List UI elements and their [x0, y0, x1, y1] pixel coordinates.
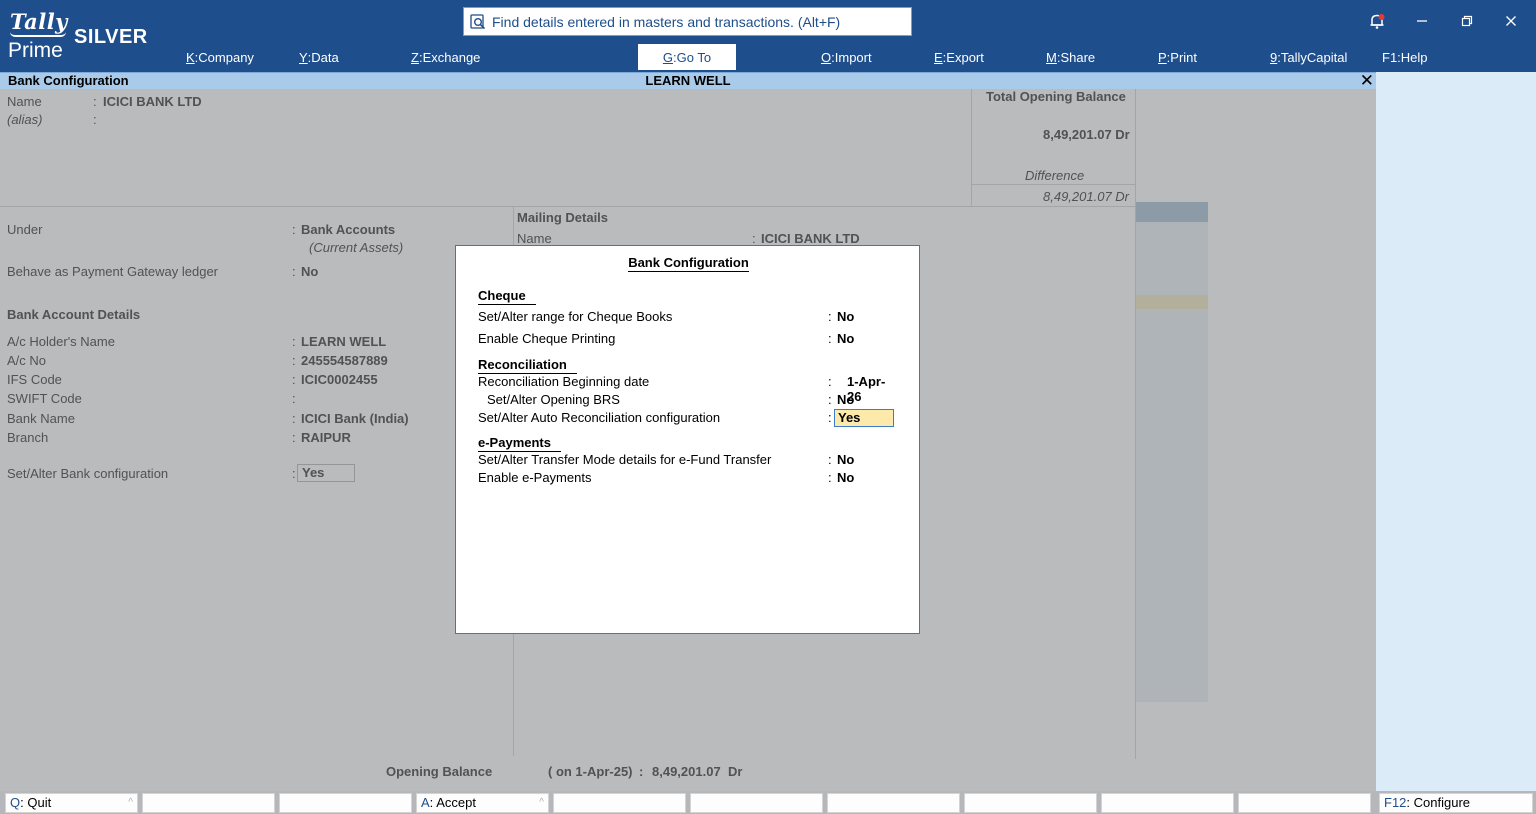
- caret-icon: ^: [539, 797, 544, 808]
- search-box[interactable]: Find details entered in masters and tran…: [463, 7, 912, 36]
- bottom-button-empty[interactable]: [964, 793, 1097, 813]
- notification-button[interactable]: [1362, 8, 1392, 34]
- restore-icon: [1461, 15, 1473, 27]
- menu-import[interactable]: O: Import: [821, 44, 872, 70]
- bottom-button-empty[interactable]: [1238, 793, 1371, 813]
- menu-tallycapital[interactable]: 9: TallyCapital: [1270, 44, 1347, 70]
- cheque-section-heading: Cheque: [478, 288, 536, 305]
- bottom-button-bar: Q: Quit ^ A: Accept ^ F12: Configure: [0, 791, 1536, 814]
- enable-epayments-label: Enable e-Payments: [478, 470, 592, 485]
- opening-brs-value[interactable]: No: [837, 392, 854, 407]
- edition-label: SILVER: [74, 26, 148, 48]
- reconciliation-section-heading: Reconciliation: [478, 357, 577, 374]
- screen-title-bar: LEARN WELL Bank Configuration ✕: [0, 71, 1376, 91]
- colon: :: [828, 392, 832, 407]
- logo-tally-text: Tally: [10, 9, 68, 34]
- dialog-title: Bank Configuration: [628, 255, 749, 272]
- search-placeholder: Find details entered in masters and tran…: [492, 13, 841, 30]
- enable-epayments-value[interactable]: No: [837, 470, 854, 485]
- minimize-icon: [1417, 20, 1427, 22]
- tally-prime-logo: Tally Prime SILVER: [8, 9, 158, 65]
- recon-date-row[interactable]: Reconciliation Beginning date : 1-Apr-26: [478, 374, 898, 404]
- colon: :: [828, 309, 832, 324]
- screen-title: Bank Configuration: [8, 73, 129, 88]
- auto-reconciliation-label: Set/Alter Auto Reconciliation configurat…: [478, 410, 721, 425]
- colon: :: [828, 452, 832, 467]
- bank-configuration-dialog: Bank Configuration Cheque Set/Alter rang…: [455, 245, 920, 634]
- accept-button[interactable]: A: Accept ^: [416, 793, 549, 813]
- minimize-button[interactable]: [1407, 8, 1437, 34]
- cheque-range-row[interactable]: Set/Alter range for Cheque Books : No: [478, 309, 898, 326]
- close-icon: [1506, 16, 1516, 26]
- bottom-button-empty[interactable]: [279, 793, 412, 813]
- bottom-button-empty[interactable]: [827, 793, 960, 813]
- colon: :: [828, 374, 832, 389]
- cheque-range-value[interactable]: No: [837, 309, 854, 324]
- bottom-button-empty[interactable]: [142, 793, 275, 813]
- recon-date-label: Reconciliation Beginning date: [478, 374, 650, 389]
- restore-button[interactable]: [1452, 8, 1482, 34]
- menu-export[interactable]: E: Export: [934, 44, 984, 70]
- company-name: LEARN WELL: [645, 73, 731, 88]
- menu-help[interactable]: F1: Help: [1382, 44, 1428, 70]
- search-icon: [470, 13, 486, 29]
- transfer-mode-row[interactable]: Set/Alter Transfer Mode details for e-Fu…: [478, 452, 898, 469]
- epayments-section-heading: e-Payments: [478, 435, 561, 452]
- bell-icon: [1370, 14, 1385, 29]
- opening-brs-label: Set/Alter Opening BRS: [487, 392, 620, 407]
- menu-print[interactable]: P: Print: [1158, 44, 1197, 70]
- auto-reconciliation-row[interactable]: Set/Alter Auto Reconciliation configurat…: [478, 409, 898, 427]
- cheque-printing-value[interactable]: No: [837, 331, 854, 346]
- cheque-printing-row[interactable]: Enable Cheque Printing : No: [478, 331, 898, 348]
- enable-epayments-row[interactable]: Enable e-Payments : No: [478, 470, 898, 487]
- bottom-button-empty[interactable]: [690, 793, 823, 813]
- caret-icon: ^: [128, 797, 133, 808]
- menu-share[interactable]: M: Share: [1046, 44, 1095, 70]
- quit-button[interactable]: Q: Quit ^: [5, 793, 138, 813]
- bottom-button-empty[interactable]: [1101, 793, 1234, 813]
- menu-go-to[interactable]: G: Go To: [638, 44, 736, 70]
- opening-brs-row[interactable]: Set/Alter Opening BRS : No: [478, 392, 898, 409]
- menu-exchange[interactable]: Z: Exchange: [411, 44, 480, 70]
- close-window-button[interactable]: [1496, 8, 1526, 34]
- cheque-printing-label: Enable Cheque Printing: [478, 331, 616, 346]
- colon: :: [828, 470, 832, 485]
- configure-button[interactable]: F12: Configure: [1379, 793, 1533, 813]
- cheque-range-label: Set/Alter range for Cheque Books: [478, 309, 673, 324]
- transfer-mode-value[interactable]: No: [837, 452, 854, 467]
- logo-prime-text: Prime: [8, 39, 63, 62]
- top-bar: Tally Prime SILVER Find details entered …: [0, 0, 1536, 72]
- colon: :: [828, 331, 832, 346]
- close-screen-button[interactable]: ✕: [1360, 71, 1374, 91]
- logo-swoosh: [10, 32, 66, 37]
- transfer-mode-label: Set/Alter Transfer Mode details for e-Fu…: [478, 452, 772, 467]
- bottom-button-empty[interactable]: [553, 793, 686, 813]
- colon: :: [828, 410, 832, 425]
- menu-company[interactable]: K: Company: [186, 44, 254, 70]
- menu-data[interactable]: Y: Data: [299, 44, 339, 70]
- right-button-bar: [1376, 72, 1536, 794]
- auto-reconciliation-value[interactable]: Yes: [834, 409, 894, 427]
